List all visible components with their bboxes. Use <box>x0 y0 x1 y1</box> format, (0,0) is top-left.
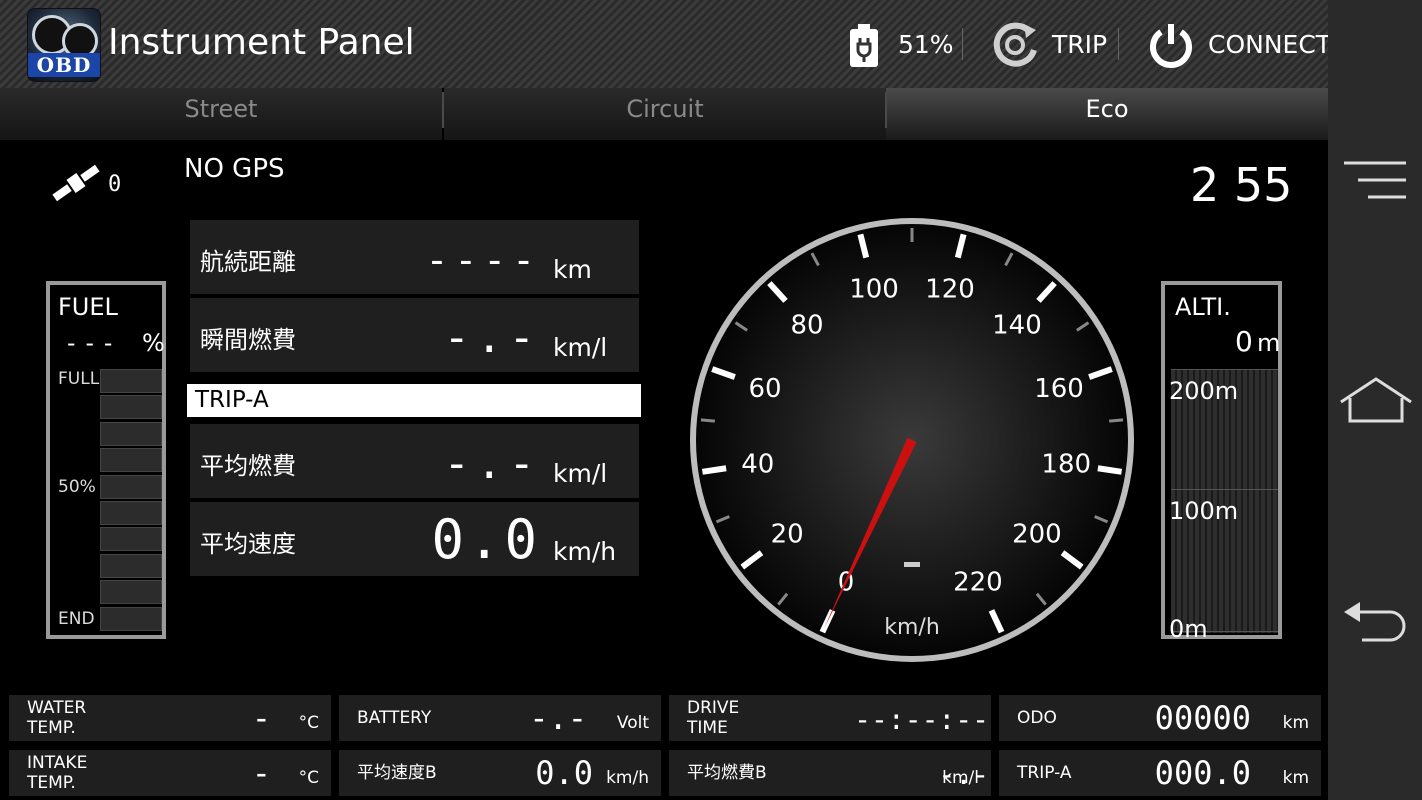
stat-value: 00000 <box>1154 699 1251 737</box>
battery-level: 51% <box>898 30 954 59</box>
stat-unit: °C <box>298 768 319 788</box>
major-tick <box>701 465 727 475</box>
tab-divider <box>442 92 444 128</box>
connect-button[interactable]: CONNECT <box>1146 20 1331 70</box>
stat-label: ODO <box>1017 708 1057 728</box>
speed-label: 20 <box>771 519 804 549</box>
stat-label: BATTERY <box>357 708 432 728</box>
speed-label: 180 <box>1041 449 1091 479</box>
stat-cell: BATTERY -.- Volt <box>339 695 661 741</box>
minor-tick <box>700 418 716 423</box>
tab-divider <box>885 92 887 128</box>
satellite-count: 0 <box>108 172 122 197</box>
speed-label: 140 <box>992 311 1042 341</box>
stat-unit: km <box>1282 768 1309 788</box>
speed-label: 40 <box>741 449 774 479</box>
power-icon <box>1150 24 1192 68</box>
stat-cell: INTAKE TEMP. - °C <box>9 750 331 796</box>
fuel-cell <box>100 369 162 393</box>
fuel-cell <box>100 395 162 420</box>
stat-cell: WATER TEMP. - °C <box>9 695 331 741</box>
home-icon[interactable] <box>1338 376 1414 424</box>
trip-selector[interactable]: TRIP-A <box>187 384 641 417</box>
stat-label: 平均燃費B <box>687 763 767 783</box>
stat-value: - <box>251 699 271 737</box>
avg-fuel-box: 平均燃費 -.- km/l <box>190 424 639 498</box>
divider <box>1118 28 1119 60</box>
speed-label: 80 <box>791 311 824 341</box>
stat-value: -.- <box>529 699 587 737</box>
instant-fuel-box: 瞬間燃費 -.- km/l <box>190 298 639 372</box>
avg-speed-box: 平均速度 0.0 km/h <box>190 502 639 576</box>
stat-unit: km/l <box>942 768 979 788</box>
fuel-cell <box>100 580 162 605</box>
menu-icon[interactable] <box>1344 160 1406 200</box>
stat-unit: km/h <box>606 768 649 788</box>
divider <box>962 28 963 60</box>
fuel-cell <box>100 553 162 578</box>
stat-cell: TRIP-A 000.0 km <box>999 750 1321 796</box>
stat-value: 0.0 <box>535 754 593 792</box>
stat-cell: DRIVE TIME --:--:-- <box>669 695 991 741</box>
fuel-cell <box>100 606 162 631</box>
fuel-cell <box>100 448 162 473</box>
speed-label: 120 <box>925 275 975 305</box>
clock: 2 55 <box>1190 158 1293 212</box>
minor-tick <box>1108 418 1124 423</box>
range-box: 航続距離 ---- km <box>190 220 639 294</box>
speed-label: 160 <box>1034 374 1084 404</box>
fuel-level-bar <box>100 369 162 633</box>
fuel-cell <box>100 421 162 446</box>
fuel-cell <box>100 501 162 525</box>
fuel-cell <box>100 474 162 499</box>
speed-digital <box>904 562 920 567</box>
mode-tabs: Street Circuit Eco <box>0 88 1328 140</box>
stat-unit: °C <box>298 713 319 733</box>
tab-eco[interactable]: Eco <box>886 88 1328 140</box>
speed-label: 100 <box>849 275 899 305</box>
tab-circuit[interactable]: Circuit <box>444 88 886 140</box>
stat-value: --:--:-- <box>854 703 989 736</box>
satellite-icon <box>52 164 100 202</box>
speed-label: 200 <box>1012 519 1062 549</box>
trip-reset-icon <box>993 22 1037 67</box>
stat-unit: Volt <box>616 713 649 733</box>
speedometer: 020406080100120140160180200220 km/h <box>690 218 1134 662</box>
battery-icon <box>850 24 878 67</box>
stat-value: 000.0 <box>1154 754 1251 792</box>
app-logo-icon: OBD <box>27 8 101 82</box>
action-bar: OBD Instrument Panel 51% TRIP CONNECT <box>0 0 1331 88</box>
system-nav-bar <box>1328 0 1422 800</box>
major-tick <box>1097 465 1123 475</box>
fuel-cell <box>100 527 162 552</box>
stat-label: TRIP-A <box>1017 763 1072 783</box>
stat-unit: km <box>1282 713 1309 733</box>
stat-label: 平均速度B <box>357 763 437 783</box>
stat-label: INTAKE TEMP. <box>27 753 88 793</box>
stat-cell: 平均燃費B -.- km/l <box>669 750 991 796</box>
back-icon[interactable] <box>1342 600 1408 644</box>
trip-button[interactable]: TRIP <box>990 20 1110 70</box>
altitude-gauge: ALTI. 0 m 200m 100m 0m <box>1161 281 1282 643</box>
stat-cell: 平均速度B 0.0 km/h <box>339 750 661 796</box>
fuel-gauge: FUEL --- % FULL 50% END <box>46 281 166 639</box>
stat-value: - <box>251 754 271 792</box>
speed-label: 60 <box>748 374 781 404</box>
stat-cell: ODO 00000 km <box>999 695 1321 741</box>
stat-label: DRIVE TIME <box>687 698 740 738</box>
stat-label: WATER TEMP. <box>27 698 87 738</box>
app-title: Instrument Panel <box>108 22 415 63</box>
speed-label: 220 <box>953 567 1003 597</box>
tab-street[interactable]: Street <box>0 88 442 140</box>
gps-status: NO GPS <box>184 154 285 184</box>
speed-unit: km/h <box>884 615 940 640</box>
